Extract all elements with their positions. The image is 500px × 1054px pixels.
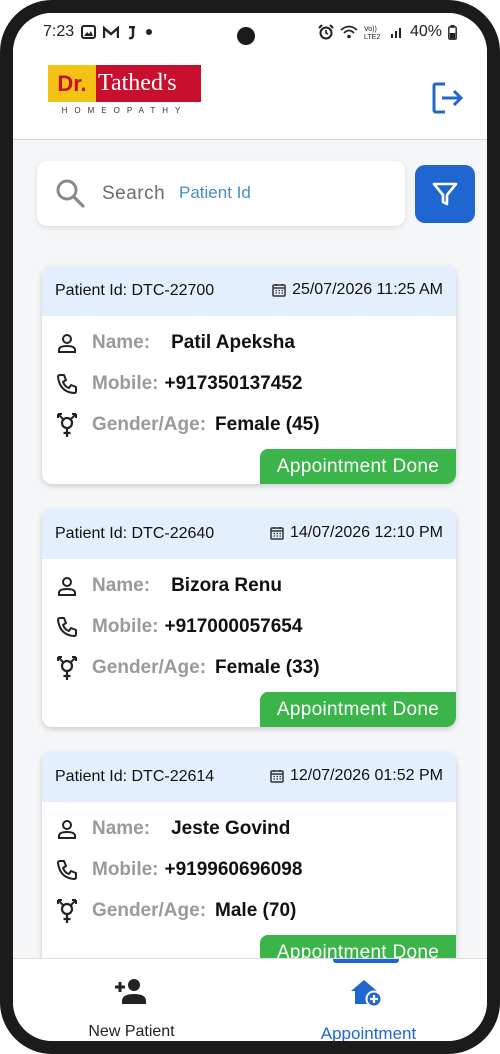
svg-text:LTE2: LTE2 — [364, 34, 380, 40]
search-icon — [56, 179, 85, 208]
battery-percent: 40% — [409, 23, 442, 40]
camera-cutout — [237, 27, 255, 45]
patient-mobile: +917000057654 — [164, 616, 303, 637]
patient-gender-age: Female (33) — [215, 657, 320, 678]
patient-gender-age: Female (45) — [215, 414, 320, 435]
add-person-icon — [115, 979, 146, 1004]
phone-frame: 7:23 Vo)) LTE2 40% Dr. Tathed's HOMEOPATH… — [0, 0, 500, 1054]
mobile-label: Mobile: — [92, 373, 159, 394]
nav-new-patient-label: New Patient — [88, 1023, 175, 1040]
person-icon — [58, 820, 76, 839]
patient-name: Patil Apeksha — [171, 332, 295, 353]
phone-icon — [57, 374, 77, 394]
svg-text:Vo)): Vo)) — [364, 26, 377, 33]
name-label: Name: — [92, 575, 151, 596]
bottom-navigation: New Patient Appointment — [13, 958, 487, 1043]
gender-age-label: Gender/Age: — [92, 414, 207, 435]
appointment-card[interactable]: Patient Id: DTC-22640 14/07/2026 12:10 P… — [42, 509, 456, 727]
filter-icon — [432, 182, 458, 206]
gallery-icon — [81, 25, 97, 39]
card-header: Patient Id: DTC-22640 14/07/2026 12:10 P… — [42, 509, 456, 559]
patient-name: Jeste Govind — [171, 818, 291, 839]
dot-icon — [146, 29, 153, 35]
name-label: Name: — [92, 818, 151, 839]
gender-icon — [57, 656, 77, 680]
mobile-label: Mobile: — [92, 859, 159, 880]
active-tab-indicator — [333, 959, 399, 963]
patient-gender-age: Male (70) — [215, 900, 297, 921]
signal-icon — [390, 28, 401, 38]
brand-logo: Dr. Tathed's HOMEOPATHY — [48, 65, 201, 121]
home-add-icon — [351, 980, 383, 1007]
gender-icon — [57, 413, 77, 437]
person-icon — [58, 577, 76, 596]
phone-icon — [57, 860, 77, 880]
patient-mobile: +919960696098 — [164, 859, 303, 880]
patient-id-search-input[interactable] — [177, 177, 401, 209]
name-row: Name: Jeste Govind — [54, 814, 290, 844]
patient-name: Bizora Renu — [171, 575, 282, 596]
status-badge: Appointment Done — [260, 692, 456, 727]
wifi-icon — [340, 25, 358, 39]
patient-id: Patient Id: DTC-22614 — [55, 768, 215, 785]
name-row: Name: Bizora Renu — [54, 571, 282, 601]
gender-icon — [57, 899, 77, 923]
logout-icon — [432, 82, 464, 114]
name-row: Name: Patil Apeksha — [54, 328, 295, 358]
gender-age-row: Gender/Age: Male (70) — [54, 896, 296, 926]
patient-id: Patient Id: DTC-22640 — [55, 525, 215, 542]
filter-button[interactable] — [415, 165, 475, 223]
volte-icon: Vo))LTE2 — [364, 26, 380, 40]
gender-age-label: Gender/Age: — [92, 900, 207, 921]
mobile-row: Mobile: +919960696098 — [54, 855, 302, 885]
j-icon — [128, 25, 136, 39]
logout-button[interactable] — [431, 81, 465, 115]
status-badge: Appointment Done — [260, 449, 456, 484]
logo-subtitle: HOMEOPATHY — [61, 106, 188, 115]
appointment-datetime: 12/07/2026 01:52 PM — [289, 767, 443, 784]
calendar-icon — [270, 770, 284, 783]
patient-id: Patient Id: DTC-22700 — [55, 282, 215, 299]
nav-appointment[interactable]: Appointment — [250, 959, 487, 1043]
nav-new-patient[interactable]: New Patient — [13, 959, 250, 1041]
appointment-datetime: 14/07/2026 12:10 PM — [289, 524, 443, 541]
status-bar: 7:23 Vo)) LTE2 40% — [13, 13, 487, 51]
nav-appointment-label: Appointment — [320, 1024, 417, 1043]
battery-icon — [448, 24, 457, 40]
search-label: Search — [102, 183, 166, 204]
logo-name-text: Tathed's — [98, 70, 177, 96]
card-header: Patient Id: DTC-22700 25/07/2026 11:25 A… — [42, 266, 456, 316]
phone-icon — [57, 617, 77, 637]
status-time: 7:23 — [43, 23, 75, 40]
gmail-icon — [103, 25, 120, 38]
logo-dr-text: Dr. — [48, 65, 96, 102]
person-icon — [58, 334, 76, 353]
app-header: Dr. Tathed's HOMEOPATHY — [13, 51, 487, 140]
gender-age-row: Gender/Age: Female (45) — [54, 410, 320, 440]
appointment-datetime: 25/07/2026 11:25 AM — [292, 281, 443, 298]
mobile-row: Mobile: +917000057654 — [54, 612, 302, 642]
gender-age-label: Gender/Age: — [92, 657, 207, 678]
mobile-label: Mobile: — [92, 616, 159, 637]
mobile-row: Mobile: +917350137452 — [54, 369, 302, 399]
gender-age-row: Gender/Age: Female (33) — [54, 653, 320, 683]
alarm-icon — [318, 24, 334, 40]
appointment-card[interactable]: Patient Id: DTC-22614 12/07/2026 01:52 P… — [42, 752, 456, 970]
appointment-card[interactable]: Patient Id: DTC-22700 25/07/2026 11:25 A… — [42, 266, 456, 484]
card-header: Patient Id: DTC-22614 12/07/2026 01:52 P… — [42, 752, 456, 802]
patient-mobile: +917350137452 — [164, 373, 303, 394]
calendar-icon — [270, 527, 284, 540]
calendar-icon — [272, 284, 286, 297]
name-label: Name: — [92, 332, 151, 353]
search-bar: Search — [37, 161, 405, 226]
